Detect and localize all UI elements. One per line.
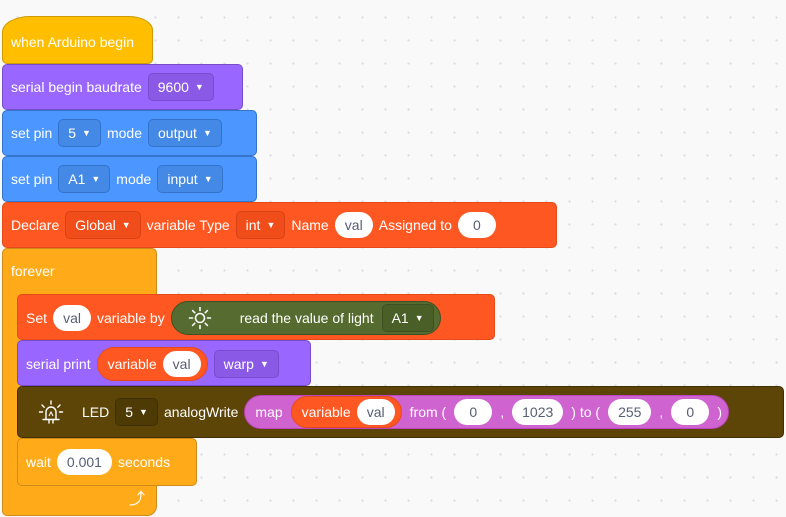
analogwrite-label: analogWrite: [163, 404, 239, 420]
pin-value: 5: [68, 125, 77, 141]
variable-name-input[interactable]: val: [53, 305, 92, 331]
declare-variable-block[interactable]: Declare Global ▼ variable Type int ▼ Nam…: [2, 202, 557, 248]
led-label: LED: [82, 404, 110, 420]
seconds-label: seconds: [117, 454, 171, 470]
chevron-down-icon: ▼: [121, 220, 131, 230]
read-light-reporter[interactable]: read the value of light A1 ▼: [170, 301, 441, 335]
serial-begin-block[interactable]: serial begin baudrate 9600 ▼: [2, 64, 243, 110]
mode-value: output: [158, 125, 197, 141]
chevron-down-icon: ▼: [91, 174, 101, 184]
wait-block[interactable]: wait 0.001 seconds: [17, 438, 197, 486]
scope-dropdown[interactable]: Global ▼: [65, 211, 141, 239]
forever-label: forever: [11, 263, 55, 279]
comma-label: ,: [500, 404, 505, 420]
close-paren-label: ): [717, 404, 722, 420]
set-pin-mode-block-1[interactable]: set pin 5 ▼ mode output ▼: [2, 110, 257, 156]
set-pin-label: set pin: [11, 171, 53, 187]
from-low-input[interactable]: 0: [454, 399, 493, 425]
light-pin-dropdown[interactable]: A1 ▼: [381, 304, 434, 332]
pin-dropdown[interactable]: 5 ▼: [58, 119, 101, 147]
set-label: Set: [26, 310, 48, 326]
chevron-down-icon: ▼: [203, 174, 213, 184]
chevron-down-icon: ▼: [414, 313, 424, 323]
initial-value-input[interactable]: 0: [457, 212, 496, 238]
chevron-down-icon: ▼: [266, 220, 276, 230]
variable-label: variable: [301, 404, 351, 420]
mode-dropdown[interactable]: output ▼: [148, 119, 222, 147]
type-value: int: [245, 217, 261, 233]
mode-label: mode: [116, 171, 152, 187]
to-high-input[interactable]: 0: [671, 399, 710, 425]
print-option-dropdown[interactable]: warp ▼: [213, 350, 279, 378]
chevron-down-icon: ▼: [259, 359, 269, 369]
chevron-down-icon: ▼: [194, 82, 204, 92]
name-label: Name: [291, 217, 329, 233]
wait-label: wait: [26, 454, 51, 470]
variable-label: variable: [107, 356, 157, 372]
from-label: from (: [409, 404, 447, 420]
map-label: map: [255, 404, 283, 420]
pin-dropdown[interactable]: A1 ▼: [58, 165, 111, 193]
variable-by-label: variable by: [97, 310, 165, 326]
hat-label: when Arduino begin: [11, 34, 134, 50]
set-pin-label: set pin: [11, 125, 53, 141]
set-variable-block[interactable]: Set val variable by read the value of li…: [17, 294, 495, 340]
map-reporter[interactable]: map variable val from ( 0 , 1023 ) to ( …: [244, 395, 729, 429]
variable-name-input[interactable]: val: [356, 399, 395, 425]
pin-value: A1: [68, 171, 86, 187]
serial-print-block[interactable]: serial print variable val warp ▼: [17, 340, 311, 386]
mode-value: input: [167, 171, 198, 187]
type-dropdown[interactable]: int ▼: [235, 211, 286, 239]
variable-name-input[interactable]: val: [334, 212, 373, 238]
chevron-down-icon: ▼: [82, 128, 91, 138]
when-arduino-begin-block[interactable]: when Arduino begin: [2, 16, 153, 64]
print-option-value: warp: [223, 356, 254, 372]
variable-type-label: variable Type: [146, 217, 230, 233]
scope-value: Global: [75, 217, 116, 233]
serial-begin-label: serial begin baudrate: [11, 79, 142, 95]
variable-name-input[interactable]: val: [162, 351, 201, 377]
variable-reporter[interactable]: variable val: [96, 347, 208, 381]
led-pin-dropdown[interactable]: 5 ▼: [115, 398, 158, 426]
led-icon: [38, 399, 64, 425]
chevron-down-icon: ▼: [139, 407, 148, 417]
set-pin-mode-block-2[interactable]: set pin A1 ▼ mode input ▼: [2, 156, 257, 202]
sun-icon: [188, 306, 212, 330]
declare-label: Declare: [11, 217, 60, 233]
loop-arrow-icon: ⤴: [129, 491, 146, 508]
baudrate-dropdown[interactable]: 9600 ▼: [147, 73, 214, 101]
light-pin-value: A1: [391, 310, 409, 326]
to-low-input[interactable]: 255: [608, 399, 652, 425]
comma-label: ,: [659, 404, 664, 420]
baudrate-value: 9600: [157, 79, 189, 95]
wait-seconds-input[interactable]: 0.001: [56, 449, 112, 475]
mode-label: mode: [106, 125, 142, 141]
mode-dropdown[interactable]: input ▼: [157, 165, 223, 193]
chevron-down-icon: ▼: [202, 128, 212, 138]
serial-print-label: serial print: [26, 356, 91, 372]
led-analogwrite-block[interactable]: LED 5 ▼ analogWrite map variable val fro…: [17, 386, 784, 438]
to-label: ) to (: [571, 404, 601, 420]
assigned-to-label: Assigned to: [378, 217, 452, 233]
led-pin-value: 5: [125, 404, 134, 420]
variable-reporter[interactable]: variable val: [290, 396, 402, 428]
from-high-input[interactable]: 1023: [512, 399, 564, 425]
read-light-label: read the value of light: [239, 310, 374, 326]
